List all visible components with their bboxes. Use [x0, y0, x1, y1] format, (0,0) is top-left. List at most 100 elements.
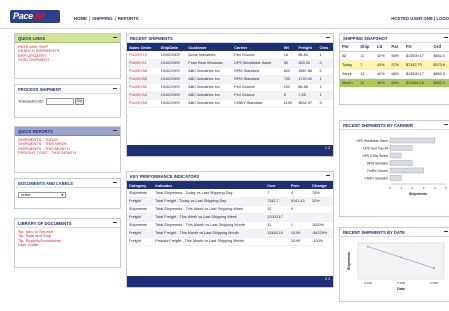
process-shipment-title: PROCESS SHIPMENT — [18, 87, 62, 92]
table-cell: Polar Bear Windows — [186, 59, 233, 68]
data-point[interactable] — [433, 267, 435, 270]
kpi-panel: KEY PERFORMANCE INDICATORS Category Indi… — [126, 171, 334, 288]
table-cell[interactable]: PU000760 — [127, 83, 159, 92]
table-row[interactable]: PU000760 10/02/2009 ABC Industries Inc. Fed… — [127, 83, 333, 92]
data-point[interactable] — [400, 256, 402, 259]
table-row[interactable]: All 12 42% 58% $13500.17 $852.0 — [340, 51, 449, 61]
table-cell — [310, 213, 333, 222]
bar[interactable] — [389, 145, 413, 151]
bar[interactable] — [389, 160, 413, 166]
table-cell: 1000% — [310, 221, 333, 230]
table-row[interactable]: PU000768 10/02/2009 ABC Industries Inc. RPM… — [127, 75, 333, 84]
carrier-chart-panel: RECENT SHIPMENTS BY CARRIER UPS Worldwid… — [339, 120, 449, 217]
go-button[interactable]: Go — [74, 98, 84, 105]
bar[interactable] — [389, 167, 424, 174]
minimize-icon[interactable] — [113, 88, 117, 89]
table-cell: 150 — [281, 83, 297, 92]
documents-select[interactable]: select ▼ — [18, 192, 66, 198]
table-cell[interactable]: PU000768 — [127, 75, 159, 84]
column-header: Ltl — [374, 43, 390, 52]
column-header[interactable]: Ctns — [317, 43, 333, 51]
table-row[interactable]: Freight Total Freight - This Week vs Last… — [127, 213, 333, 222]
table-row[interactable]: Shipments Total Shipments - This Week vs … — [127, 205, 333, 214]
column-header[interactable]: Prev — [288, 181, 311, 189]
minimize-icon[interactable] — [113, 37, 117, 38]
documents-labels-title: DOCUMENTS AND LABELS — [18, 181, 73, 186]
column-header[interactable]: ShipDate — [158, 43, 187, 51]
minimize-icon[interactable] — [113, 222, 117, 223]
table-cell — [288, 213, 311, 222]
table-row[interactable]: Shipments Total Shipments - Today vs Last… — [127, 189, 333, 198]
transaction-id-input[interactable] — [45, 98, 74, 105]
bar[interactable] — [389, 137, 435, 144]
table-row[interactable]: PU000768 10/02/2009 ABC Industries Inc. RPM… — [127, 67, 333, 76]
table-row[interactable]: Month 11 45% 55% $13484.15 $852.0 — [340, 78, 449, 88]
table-cell[interactable]: PU000764 — [127, 91, 159, 100]
minimize-icon[interactable] — [113, 182, 117, 183]
data-point[interactable] — [367, 245, 369, 248]
table-row[interactable]: Shipments Total Shipments - This Month vs… — [127, 221, 333, 230]
user-info[interactable]: HOSTED USER ONE | LOGO — [391, 16, 449, 21]
column-header[interactable]: Category — [127, 181, 154, 189]
table-row[interactable]: PU000763 10/02/2009 ABC Industries Inc. CNW… — [127, 99, 333, 108]
nav-home[interactable]: HOME — [74, 16, 87, 21]
column-header[interactable]: Carrier — [232, 43, 282, 51]
column-header[interactable]: Customer — [186, 43, 233, 51]
quick-link-void-shipment[interactable]: VOID SHIPMENT — [18, 57, 117, 62]
table-row[interactable]: Freight Total Freight - This Month vs Las… — [127, 229, 333, 238]
minimize-icon[interactable] — [444, 37, 448, 38]
minimize-icon[interactable] — [444, 231, 448, 232]
pagination[interactable]: 2 3 — [127, 276, 333, 287]
pagination[interactable]: 1 2 — [127, 145, 333, 156]
table-cell: 620 — [281, 67, 297, 76]
bar[interactable] — [389, 152, 402, 159]
nav-shipping[interactable]: SHIPPING — [92, 16, 113, 21]
table-row[interactable]: Week 12 42% 58% $13500.17 $852.0 — [340, 69, 449, 79]
table-cell: CNWY Standard — [232, 99, 282, 108]
table-cell: $573.6 — [431, 60, 449, 70]
table-row[interactable]: Freight Total Freight - Today vs Last Shi… — [127, 197, 333, 206]
column-header: Par — [389, 43, 404, 52]
table-cell[interactable]: PU000711 — [127, 59, 159, 68]
nav-reports[interactable]: REPORTS — [118, 16, 139, 21]
documents-labels-header: DOCUMENTS AND LABELS — [15, 179, 120, 188]
table-cell[interactable]: PU000768 — [127, 67, 159, 76]
minimize-icon[interactable] — [326, 175, 330, 176]
minimize-icon[interactable] — [326, 37, 330, 38]
library-panel: LIBRARY OF DOCUMENTS Tip: Intro to Recei… — [14, 218, 121, 268]
table-cell[interactable]: PU000763 — [127, 99, 159, 108]
minimize-icon[interactable] — [113, 130, 117, 131]
table-row[interactable]: Today 7 43% 57% $7342.70 $573.6 — [340, 60, 449, 70]
table-cell — [310, 205, 333, 214]
bar-label: FedEx Ground — [367, 169, 388, 173]
table-row[interactable]: PU000764 10/02/2009 ABC Industries Inc. Fed… — [127, 91, 333, 100]
minimize-icon[interactable] — [444, 124, 448, 125]
table-cell: $7342.70 — [403, 60, 432, 70]
table-cell: 45% — [374, 78, 390, 88]
table-cell: 12 — [265, 205, 289, 214]
table-cell: ABC Industries Inc. — [186, 75, 233, 84]
table-row[interactable]: PU000710 10/02/2009 Acme Industries Fed Gro… — [127, 51, 333, 60]
table-cell[interactable]: PU000710 — [127, 51, 159, 60]
table-cell: $13500.17 — [403, 51, 432, 61]
column-header[interactable]: Wt — [281, 43, 297, 51]
table-cell: 1 — [317, 51, 333, 60]
logo[interactable]: PaceJet — [10, 10, 60, 23]
table-cell: RPM Standard — [232, 67, 282, 76]
table-cell: 15.99 — [288, 229, 311, 238]
table-row[interactable]: Freight Prepaid Freight - This Month vs L… — [127, 237, 333, 246]
bar[interactable] — [389, 175, 402, 181]
table-cell: 10/02/2009 — [158, 51, 187, 60]
library-link-user-guide[interactable]: User Guide — [18, 242, 117, 247]
column-header[interactable]: Change — [310, 181, 333, 189]
process-shipment-header: PROCESS SHIPMENT — [15, 85, 120, 94]
table-cell: Total Freight - This Month vs Last Shipp… — [153, 229, 266, 238]
table-cell: Prepaid Freight - This Month vs Last Shi… — [153, 237, 266, 246]
column-header[interactable]: Indicator — [153, 181, 266, 189]
column-header[interactable]: Sales Order — [127, 43, 159, 51]
table-row[interactable]: PU000711 10/02/2009 Polar Bear Windows UPS … — [127, 59, 333, 68]
quick-report-freight[interactable]: FREIGHT COST - THIS MONTH — [18, 150, 117, 155]
table-cell: 1 — [288, 221, 311, 230]
column-header[interactable]: Freight — [296, 43, 318, 51]
column-header[interactable]: Curr — [265, 181, 289, 189]
